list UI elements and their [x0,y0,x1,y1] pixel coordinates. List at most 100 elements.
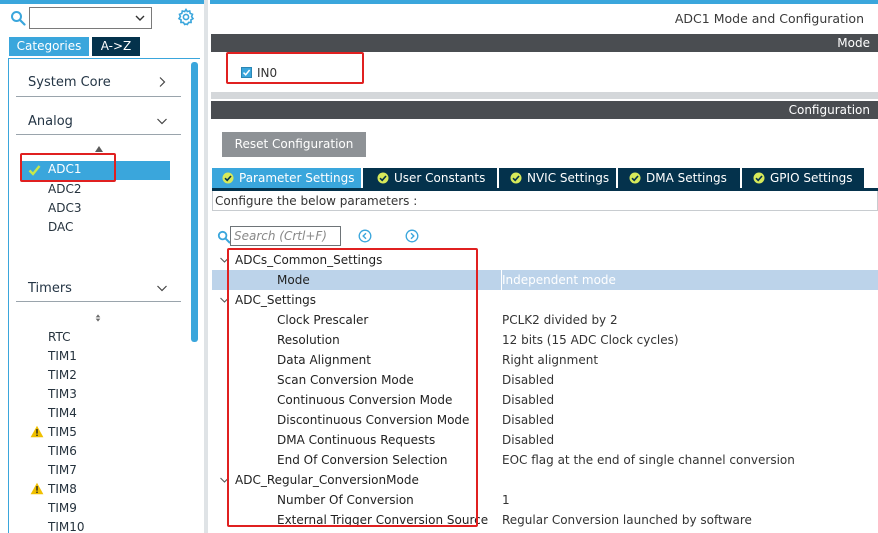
tab-separator [616,168,618,188]
tab-categories[interactable]: Categories [9,37,89,56]
param-value[interactable]: Right alignment [502,350,598,370]
category-analog[interactable]: Analog [28,114,73,129]
param-row-clock-prescaler[interactable]: Clock Prescaler PCLK2 divided by 2 [212,310,878,330]
check-icon [28,165,41,176]
search-icon [217,230,231,244]
category-scrollbar-thumb[interactable] [191,62,198,342]
group-label: ADC_Regular_ConversionMode [235,473,419,487]
scroll-up-arrow-icon[interactable] [94,145,104,153]
in0-checkbox[interactable] [241,67,252,78]
search-combo-box[interactable] [29,7,152,29]
tab-nvic-settings[interactable]: NVIC Settings [500,168,609,188]
chevron-down-icon[interactable] [219,295,230,305]
chevron-down-icon[interactable] [134,11,146,25]
in0-label[interactable]: IN0 [257,66,277,80]
group-adcs-common-settings[interactable]: ADCs_Common_Settings [212,250,878,270]
accent-bar [0,0,204,4]
param-row-dma-continuous-requests[interactable]: DMA Continuous Requests Disabled [212,430,878,450]
param-name: Resolution [277,333,340,347]
param-value[interactable]: Disabled [502,370,554,390]
gear-icon[interactable] [177,8,195,26]
param-value[interactable]: Regular Conversion launched by software [502,510,752,530]
param-row-external-trigger-conversion-source[interactable]: External Trigger Conversion Source Regul… [212,510,878,530]
param-value[interactable]: Independent mode [502,270,616,290]
section-separator [211,92,878,99]
tab-a-to-z[interactable]: A->Z [92,37,140,56]
chevron-down-icon[interactable] [156,115,168,127]
analog-item-adc3[interactable]: ADC3 [48,200,81,216]
timer-item-tim2[interactable]: TIM2 [48,367,77,383]
param-row-continuous-conversion-mode[interactable]: Continuous Conversion Mode Disabled [212,390,878,410]
timer-item-tim7[interactable]: TIM7 [48,462,77,478]
timer-item-rtc[interactable]: RTC [48,329,70,345]
param-row-mode[interactable]: Mode Independent mode [212,270,878,290]
next-result-icon[interactable] [405,229,419,243]
param-row-scan-conversion-mode[interactable]: Scan Conversion Mode Disabled [212,370,878,390]
timer-item-tim9[interactable]: TIM9 [48,500,77,516]
param-row-number-of-conversion[interactable]: Number Of Conversion 1 [212,490,878,510]
tab-label: DMA Settings [646,171,727,185]
group-adc-settings[interactable]: ADC_Settings [212,290,878,310]
category-timers[interactable]: Timers [28,281,72,296]
check-circle-icon [222,172,234,184]
analog-item-dac[interactable]: DAC [48,219,73,235]
tab-user-constants[interactable]: User Constants [367,168,485,188]
reset-configuration-button[interactable]: Reset Configuration [222,132,366,157]
tab-parameter-settings[interactable]: Parameter Settings [212,168,361,188]
timer-item-tim4[interactable]: TIM4 [48,405,77,421]
timer-item-tim8[interactable]: TIM8 [48,481,77,497]
param-row-end-of-conversion-selection[interactable]: End Of Conversion Selection EOC flag at … [212,450,878,470]
param-value[interactable]: 1 [502,490,510,510]
search-icon[interactable] [10,10,26,26]
param-value[interactable]: Disabled [502,410,554,430]
check-circle-icon [377,172,389,184]
check-circle-icon [510,172,522,184]
param-row-resolution[interactable]: Resolution 12 bits (15 ADC Clock cycles) [212,330,878,350]
page-title: ADC1 Mode and Configuration [674,11,864,26]
chevron-down-icon[interactable] [219,255,230,265]
tab-gpio-settings[interactable]: GPIO Settings [743,168,853,188]
timer-item-tim3[interactable]: TIM3 [48,386,77,402]
tab-dma-settings[interactable]: DMA Settings [619,168,727,188]
group-adc-regular-conversion-mode[interactable]: ADC_Regular_ConversionMode [212,470,878,490]
parameter-search-input[interactable]: Search (Crtl+F) [230,226,341,246]
param-name: Number Of Conversion [277,493,414,507]
warning-icon [30,482,44,495]
param-value[interactable]: 12 bits (15 ADC Clock cycles) [502,330,679,350]
chevron-right-icon[interactable] [156,76,168,88]
tab-label: NVIC Settings [527,171,610,185]
checkmark-icon [242,69,251,76]
param-name: Continuous Conversion Mode [277,393,453,407]
param-name: External Trigger Conversion Source [277,513,489,527]
timer-item-tim1[interactable]: TIM1 [48,348,77,364]
timer-item-tim6[interactable]: TIM6 [48,443,77,459]
sort-arrows-icon[interactable] [93,314,103,322]
analog-item-label: ADC1 [48,162,82,176]
configuration-tabs: Parameter Settings User Constants NVIC S… [212,168,864,188]
param-value[interactable]: Disabled [502,390,554,410]
analog-item-adc1[interactable]: ADC1 [22,161,170,180]
category-divider [16,301,181,302]
previous-result-icon[interactable] [358,229,372,243]
mode-section-header: Mode [211,34,878,52]
param-value[interactable]: PCLK2 divided by 2 [502,310,618,330]
param-name: End Of Conversion Selection [277,453,448,467]
timer-item-tim10[interactable]: TIM10 [48,519,85,533]
tab-label: GPIO Settings [770,171,853,185]
tab-label: User Constants [394,171,486,185]
tab-separator [740,168,742,188]
param-value[interactable]: EOC flag at the end of single channel co… [502,450,795,470]
analog-item-adc2[interactable]: ADC2 [48,181,81,197]
accent-bar [210,0,878,4]
param-name: Scan Conversion Mode [277,373,414,387]
param-name: Discontinuous Conversion Mode [277,413,470,427]
check-circle-icon [753,172,765,184]
category-system-core[interactable]: System Core [28,75,111,90]
param-value[interactable]: Disabled [502,430,554,450]
param-row-discontinuous-conversion-mode[interactable]: Discontinuous Conversion Mode Disabled [212,410,878,430]
check-circle-icon [629,172,641,184]
chevron-down-icon[interactable] [156,282,168,294]
chevron-down-icon[interactable] [219,475,230,485]
param-row-data-alignment[interactable]: Data Alignment Right alignment [212,350,878,370]
timer-item-tim5[interactable]: TIM5 [48,424,77,440]
